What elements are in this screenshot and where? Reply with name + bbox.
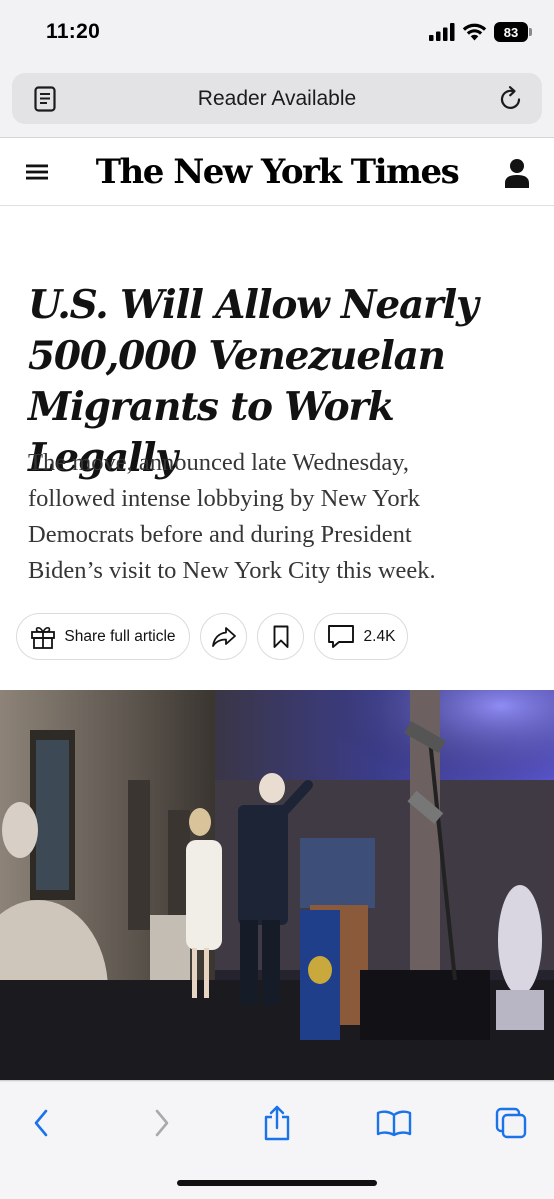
bookmarks-icon — [376, 1110, 412, 1137]
share-full-article-button[interactable]: Share full article — [16, 613, 190, 660]
browser-address-area: Reader Available — [0, 66, 554, 138]
share-icon — [264, 1105, 290, 1141]
reload-icon[interactable] — [498, 85, 524, 113]
site-logo[interactable]: The New York Times — [0, 152, 554, 192]
back-icon — [34, 1109, 48, 1137]
save-article-button[interactable] — [257, 613, 304, 660]
summary-line: followed intense lobbying by New York — [28, 485, 420, 512]
headline-line: U.S. Will Allow Nearly — [28, 282, 479, 328]
headline-line: 500,000 Venezuelan — [28, 333, 446, 379]
cellular-signal-icon — [429, 23, 455, 41]
forward-icon — [155, 1109, 169, 1137]
tabs-button[interactable] — [489, 1101, 533, 1145]
share-full-article-label: Share full article — [64, 627, 176, 645]
status-bar: 11:20 83 — [0, 0, 554, 66]
comment-icon — [327, 624, 354, 648]
lead-photo-illustration — [0, 690, 554, 1082]
share-page-button[interactable] — [255, 1101, 299, 1145]
bookmark-icon — [273, 625, 288, 648]
summary-line: Democrats before and during President — [28, 521, 412, 548]
comments-button[interactable]: 2.4K — [314, 613, 408, 660]
back-button[interactable] — [19, 1101, 63, 1145]
article-actions: Share full article 2.4K — [16, 613, 408, 660]
article-lead-photo[interactable] — [0, 690, 554, 1082]
summary-line: The move, announced late Wednesday, — [28, 449, 410, 476]
tabs-icon — [495, 1107, 527, 1139]
article-summary: The move, announced late Wednesday, foll… — [28, 445, 533, 589]
status-icons: 83 — [429, 22, 532, 42]
share-button[interactable] — [200, 613, 247, 660]
forward-button[interactable] — [140, 1101, 184, 1145]
summary-line: Biden’s visit to New York City this week… — [28, 557, 436, 584]
bookmarks-button[interactable] — [372, 1101, 416, 1145]
status-time: 11:20 — [46, 20, 101, 43]
wifi-icon — [462, 23, 487, 41]
home-indicator — [177, 1180, 377, 1186]
comment-count: 2.4K — [363, 627, 396, 645]
battery-icon: 83 — [494, 22, 532, 42]
site-header: The New York Times — [0, 139, 554, 206]
address-bar-text[interactable]: Reader Available — [12, 87, 542, 111]
share-arrow-icon — [211, 626, 236, 647]
account-icon[interactable] — [505, 158, 529, 188]
address-bar[interactable]: Reader Available — [12, 73, 542, 124]
gift-icon — [31, 626, 56, 649]
